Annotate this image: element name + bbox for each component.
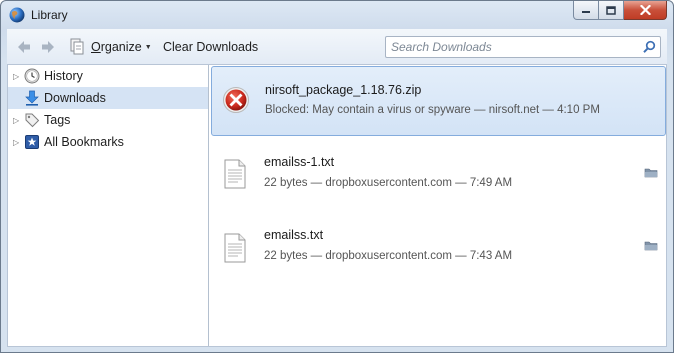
download-item[interactable]: emailss-1.txt 22 bytes — dropboxusercont… [211,143,666,213]
organize-pages-icon [70,38,84,55]
download-item[interactable]: emailss.txt 22 bytes — dropboxuserconten… [211,217,666,287]
clear-downloads-button[interactable]: Clear Downloads [163,40,258,54]
minimize-button[interactable] [573,1,599,20]
sidebar-item-label: All Bookmarks [44,135,124,149]
open-folder-icon[interactable] [644,240,658,251]
content-area: ▷ History Downloads ▷ Tags ▷ All Bookmar… [7,65,667,347]
forward-arrow-icon[interactable] [40,39,56,55]
sidebar-item-all-bookmarks[interactable]: ▷ All Bookmarks [8,131,208,153]
sidebar-item-label: Downloads [44,91,106,105]
search-icon[interactable] [642,40,656,54]
blocked-error-icon [223,87,249,113]
downloads-list: nirsoft_package_1.18.76.zip Blocked: May… [210,65,667,346]
text-file-icon [224,159,246,189]
maximize-icon [606,5,616,15]
title-bar[interactable]: Library [1,1,673,29]
download-filename: nirsoft_package_1.18.76.zip [265,83,422,97]
expand-triangle-icon[interactable]: ▷ [13,72,19,81]
sidebar-item-label: History [44,69,83,83]
close-icon [639,5,651,15]
minimize-icon [582,11,590,13]
sidebar-item-tags[interactable]: ▷ Tags [8,109,208,131]
expand-triangle-icon[interactable]: ▷ [13,116,19,125]
download-item[interactable]: nirsoft_package_1.18.76.zip Blocked: May… [211,66,666,136]
sidebar-item-downloads[interactable]: Downloads [8,87,208,109]
search-downloads-input[interactable]: Search Downloads [385,36,661,58]
toolbar: Organize ▼ Clear Downloads Search Downlo… [7,29,667,65]
organize-button[interactable]: Organize ▼ [69,38,152,56]
organize-label: Organize [91,40,142,54]
window-title: Library [31,8,68,22]
sidebar-item-label: Tags [44,113,71,127]
library-window: Library Organize ▼ Clear Downloads Searc… [0,0,674,353]
clock-icon [24,68,40,84]
maximize-button[interactable] [599,1,624,20]
open-folder-icon[interactable] [644,167,658,178]
download-status: Blocked: May contain a virus or spyware … [265,104,600,116]
download-status: 22 bytes — dropboxusercontent.com — 7:49… [264,177,513,189]
download-arrow-icon [25,90,39,106]
tag-icon [25,113,40,128]
text-file-icon [224,233,246,263]
search-placeholder: Search Downloads [391,40,492,54]
download-status: 22 bytes — dropboxusercontent.com — 7:43… [264,250,513,262]
close-button[interactable] [624,1,667,20]
back-arrow-icon[interactable] [16,39,32,55]
download-filename: emailss.txt [264,228,324,242]
expand-triangle-icon[interactable]: ▷ [13,138,19,147]
window-controls [573,1,667,21]
firefox-globe-icon [9,7,25,23]
download-filename: emailss-1.txt [264,155,335,169]
star-bookmarks-icon [25,135,39,149]
chevron-down-icon: ▼ [144,43,152,51]
sidebar-item-history[interactable]: ▷ History [8,65,208,87]
sidebar-tree: ▷ History Downloads ▷ Tags ▷ All Bookmar… [8,65,209,346]
